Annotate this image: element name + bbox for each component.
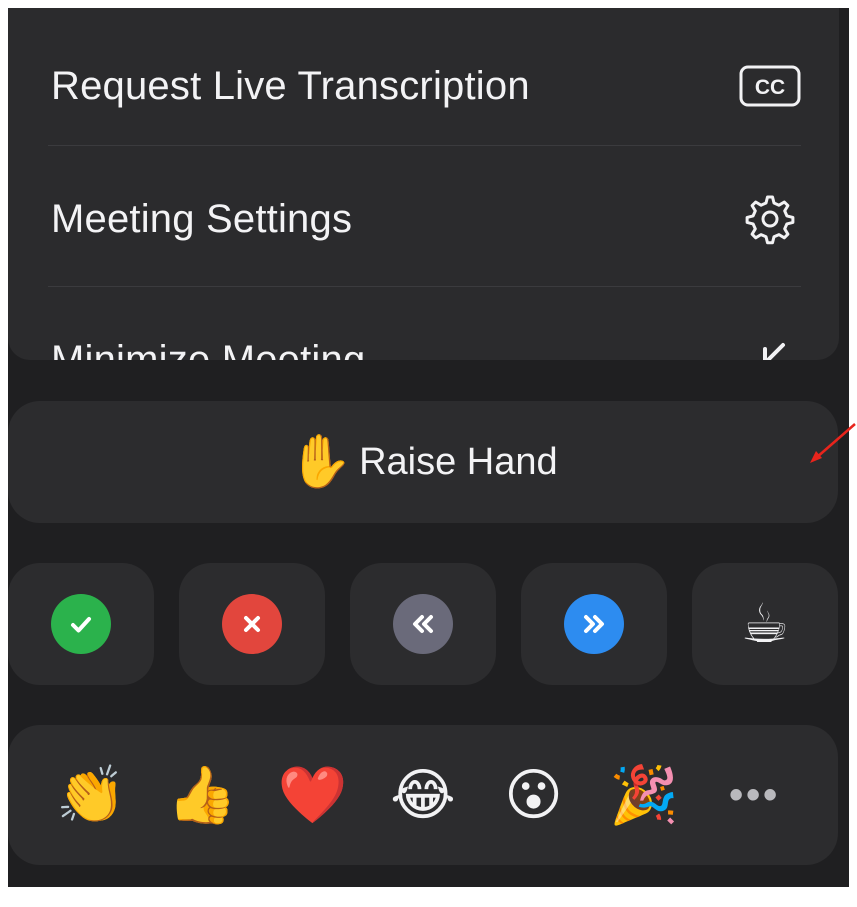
more-menu-panel: Request Live Transcription CC Meeting Se… xyxy=(8,8,839,360)
raise-hand-label: Raise Hand xyxy=(359,440,558,483)
raised-hand-icon: ✋ xyxy=(288,433,354,491)
reaction-joy-icon[interactable]: 😂 xyxy=(378,767,468,823)
reaction-thumbs-up-icon[interactable]: 👍 xyxy=(157,767,247,823)
menu-item-request-live-transcription[interactable]: Request Live Transcription CC xyxy=(8,16,839,156)
feedback-no-button[interactable] xyxy=(179,563,325,685)
raise-hand-button[interactable]: ✋ Raise Hand xyxy=(8,401,838,523)
more-reactions-button[interactable]: ••• xyxy=(710,775,800,815)
menu-item-label: Minimize Meeting xyxy=(51,337,366,361)
menu-divider xyxy=(48,286,801,287)
menu-divider xyxy=(48,145,801,146)
svg-text:CC: CC xyxy=(755,76,785,99)
reaction-surprised-icon[interactable]: 😮 xyxy=(489,767,579,823)
closed-caption-icon: CC xyxy=(739,55,801,117)
feedback-coffee-button[interactable]: ☕ xyxy=(692,563,838,685)
feedback-slow-down-button[interactable] xyxy=(350,563,496,685)
menu-item-label: Request Live Transcription xyxy=(51,63,530,108)
x-icon xyxy=(222,594,282,654)
check-icon xyxy=(51,594,111,654)
menu-item-minimize-meeting[interactable]: Minimize Meeting xyxy=(8,290,839,360)
fast-forward-icon xyxy=(564,594,624,654)
reaction-clap-icon[interactable]: 👏 xyxy=(46,767,136,823)
reactions-bar: 👏 👍 ❤️ 😂 😮 🎉 ••• xyxy=(8,725,838,865)
menu-item-label: Meeting Settings xyxy=(51,196,353,241)
coffee-cup-icon: ☕ xyxy=(740,594,790,654)
menu-item-meeting-settings[interactable]: Meeting Settings xyxy=(8,149,839,289)
reaction-heart-icon[interactable]: ❤️ xyxy=(267,767,357,823)
feedback-speed-up-button[interactable] xyxy=(521,563,667,685)
feedback-yes-button[interactable] xyxy=(8,563,154,685)
annotation-arrow-icon xyxy=(810,423,856,463)
meeting-more-sheet: Request Live Transcription CC Meeting Se… xyxy=(8,8,849,887)
gear-icon xyxy=(739,188,801,250)
rewind-icon xyxy=(393,594,453,654)
minimize-arrow-icon xyxy=(739,329,801,360)
reaction-party-icon[interactable]: 🎉 xyxy=(599,767,689,823)
